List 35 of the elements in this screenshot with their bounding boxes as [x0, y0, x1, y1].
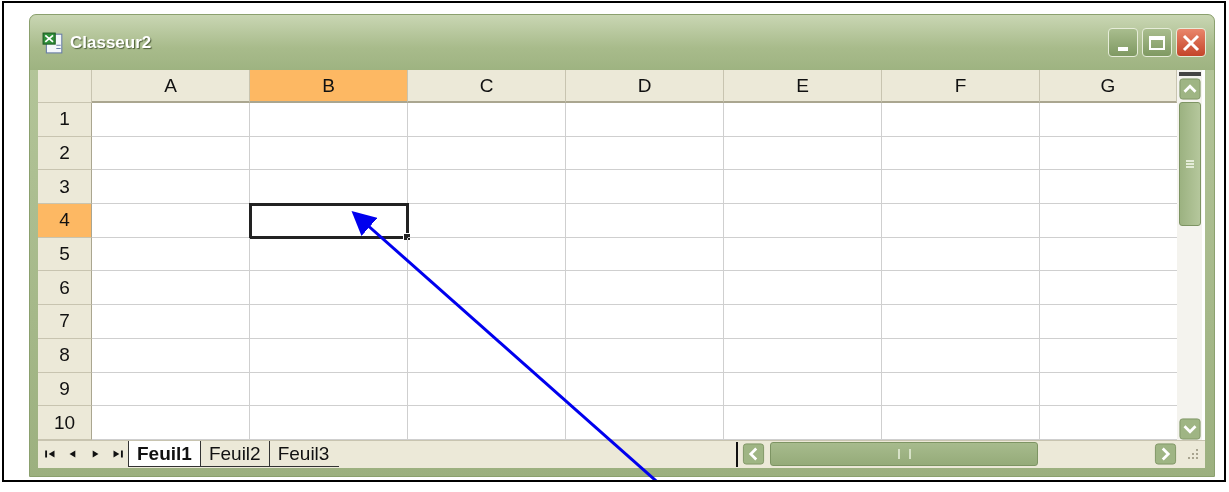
horizontal-scrollbar[interactable]	[736, 441, 1178, 467]
row-header[interactable]: 2	[38, 136, 92, 171]
scroll-up-icon[interactable]	[1178, 78, 1201, 100]
scroll-down-icon[interactable]	[1178, 417, 1201, 440]
column-header[interactable]: G	[1040, 70, 1177, 103]
column-header[interactable]: C	[408, 70, 566, 103]
row-header[interactable]: 9	[38, 372, 92, 407]
column-header[interactable]: F	[882, 70, 1040, 103]
maximize-button[interactable]	[1142, 28, 1172, 57]
scroll-right-icon[interactable]	[1153, 443, 1178, 466]
row-header[interactable]: 8	[38, 338, 92, 373]
spreadsheet-icon	[42, 31, 64, 54]
column-header[interactable]: D	[566, 70, 724, 103]
row-header[interactable]: 10	[38, 406, 92, 440]
sheet-tab[interactable]: Feuil1	[128, 441, 202, 468]
column-header[interactable]: B	[250, 70, 408, 103]
row-header[interactable]: 5	[38, 237, 92, 272]
row-header[interactable]: 1	[38, 103, 92, 137]
close-icon[interactable]	[1181, 32, 1201, 53]
column-header[interactable]: A	[92, 70, 250, 103]
scroll-thumb[interactable]	[1178, 102, 1201, 226]
row-header[interactable]: 4	[38, 204, 92, 238]
resize-grip-icon[interactable]	[1186, 447, 1200, 462]
close-button[interactable]	[1176, 28, 1206, 57]
window-title: Classeur2	[70, 32, 153, 53]
sheet-tab[interactable]: Feuil3	[268, 441, 340, 468]
scroll-thumb[interactable]	[770, 442, 1038, 467]
scroll-left-icon[interactable]	[741, 443, 766, 466]
row-header[interactable]: 7	[38, 305, 92, 339]
column-header[interactable]: E	[724, 70, 882, 103]
minimize-button[interactable]	[1108, 28, 1138, 57]
row-header[interactable]: 3	[38, 170, 92, 205]
row-header[interactable]: 6	[38, 271, 92, 306]
sheet-tab[interactable]: Feuil2	[199, 441, 271, 468]
vertical-scrollbar[interactable]	[1177, 70, 1202, 440]
